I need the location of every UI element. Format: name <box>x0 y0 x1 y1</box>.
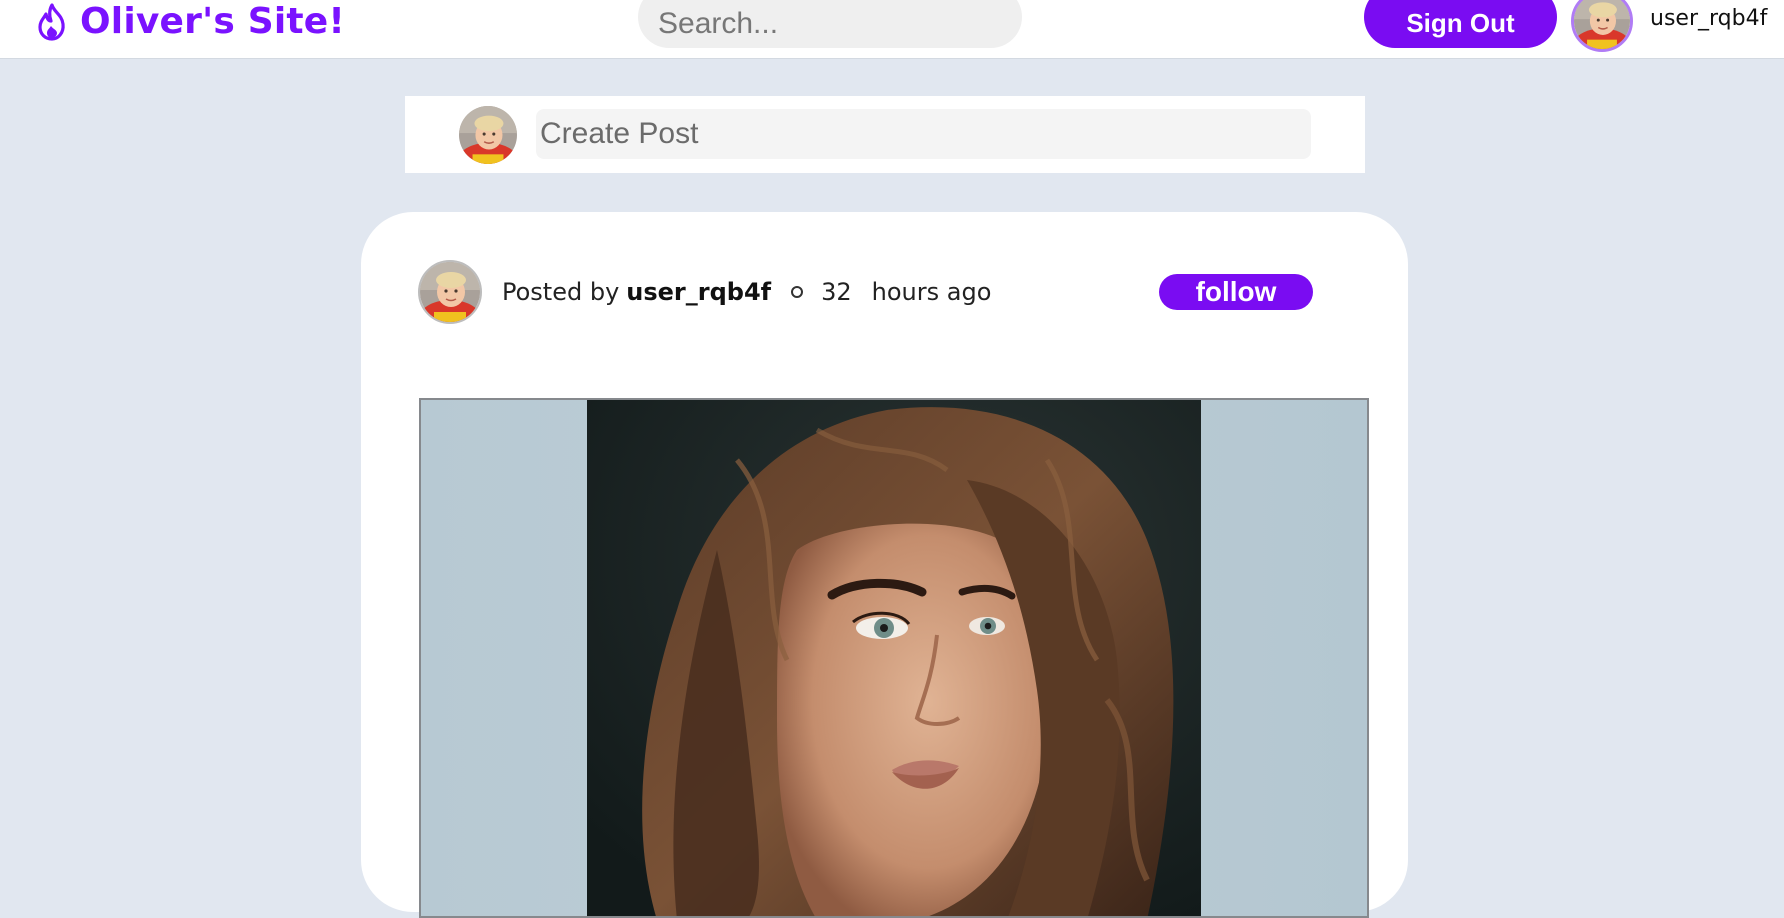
post-card: Posted by user_rqb4f 32 hours ago follow <box>361 212 1408 918</box>
post-image[interactable] <box>587 400 1201 918</box>
brand-title: Oliver's Site! <box>80 1 346 42</box>
post-time-value: 32 <box>821 278 852 306</box>
post-author-link[interactable]: user_rqb4f <box>626 278 771 306</box>
post-image-frame <box>419 398 1369 918</box>
avatar[interactable] <box>418 260 482 324</box>
avatar <box>459 106 517 164</box>
follow-button[interactable]: follow <box>1159 274 1313 310</box>
create-post-input[interactable] <box>536 109 1311 159</box>
post-time-unit: hours ago <box>871 278 992 306</box>
search-input[interactable] <box>638 0 1022 48</box>
separator-dot-icon <box>791 286 804 298</box>
avatar[interactable] <box>1571 0 1633 52</box>
create-post-bar <box>405 96 1365 173</box>
post-meta: Posted by user_rqb4f 32 hours ago <box>502 278 991 306</box>
top-navbar: Oliver's Site! Sign Out user_rqb4f <box>0 0 1784 58</box>
brand-link[interactable]: Oliver's Site! <box>32 0 345 44</box>
header-username[interactable]: user_rqb4f <box>1650 6 1767 31</box>
sign-out-button[interactable]: Sign Out <box>1364 0 1557 48</box>
flame-icon <box>32 2 72 42</box>
posted-by-label: Posted by <box>502 278 620 306</box>
